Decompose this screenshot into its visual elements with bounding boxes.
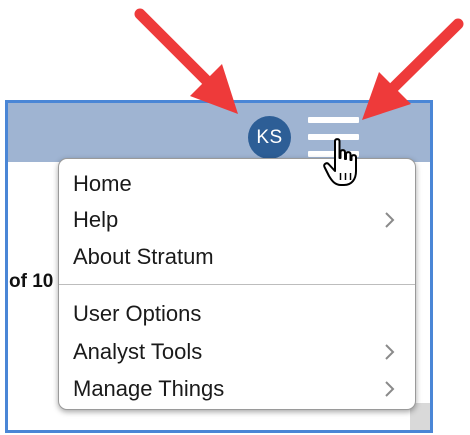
menu-item-label: About Stratum [73, 244, 214, 269]
menu-item-label: User Options [73, 301, 202, 326]
menu-item-label: Home [73, 171, 132, 196]
hand-cursor-icon [323, 138, 357, 186]
menu-item-label: Manage Things [73, 376, 225, 401]
menu-item-help[interactable]: Help [73, 202, 403, 238]
chevron-right-icon [385, 381, 395, 397]
menu-item-label: Analyst Tools [73, 339, 203, 364]
hamburger-line [308, 117, 359, 123]
menu-item-label: Help [73, 207, 119, 232]
menu-divider [59, 284, 415, 285]
menu-item-manage-things[interactable]: Manage Things [73, 371, 403, 407]
main-dropdown-menu: Home Help About Stratum User Options Ana… [58, 158, 416, 410]
header-bar: KS [8, 103, 430, 162]
chevron-right-icon [385, 212, 395, 228]
menu-item-about-stratum[interactable]: About Stratum [73, 239, 403, 275]
background-page-text: of 10 [9, 271, 54, 292]
user-avatar[interactable]: KS [248, 116, 291, 159]
menu-item-analyst-tools[interactable]: Analyst Tools [73, 334, 403, 370]
screenshot-stage: KS of 10 Home Help About Stratum User Op… [0, 0, 470, 435]
menu-item-user-options[interactable]: User Options [73, 296, 403, 332]
chevron-right-icon [385, 344, 395, 360]
arrow-to-avatar [134, 8, 238, 114]
